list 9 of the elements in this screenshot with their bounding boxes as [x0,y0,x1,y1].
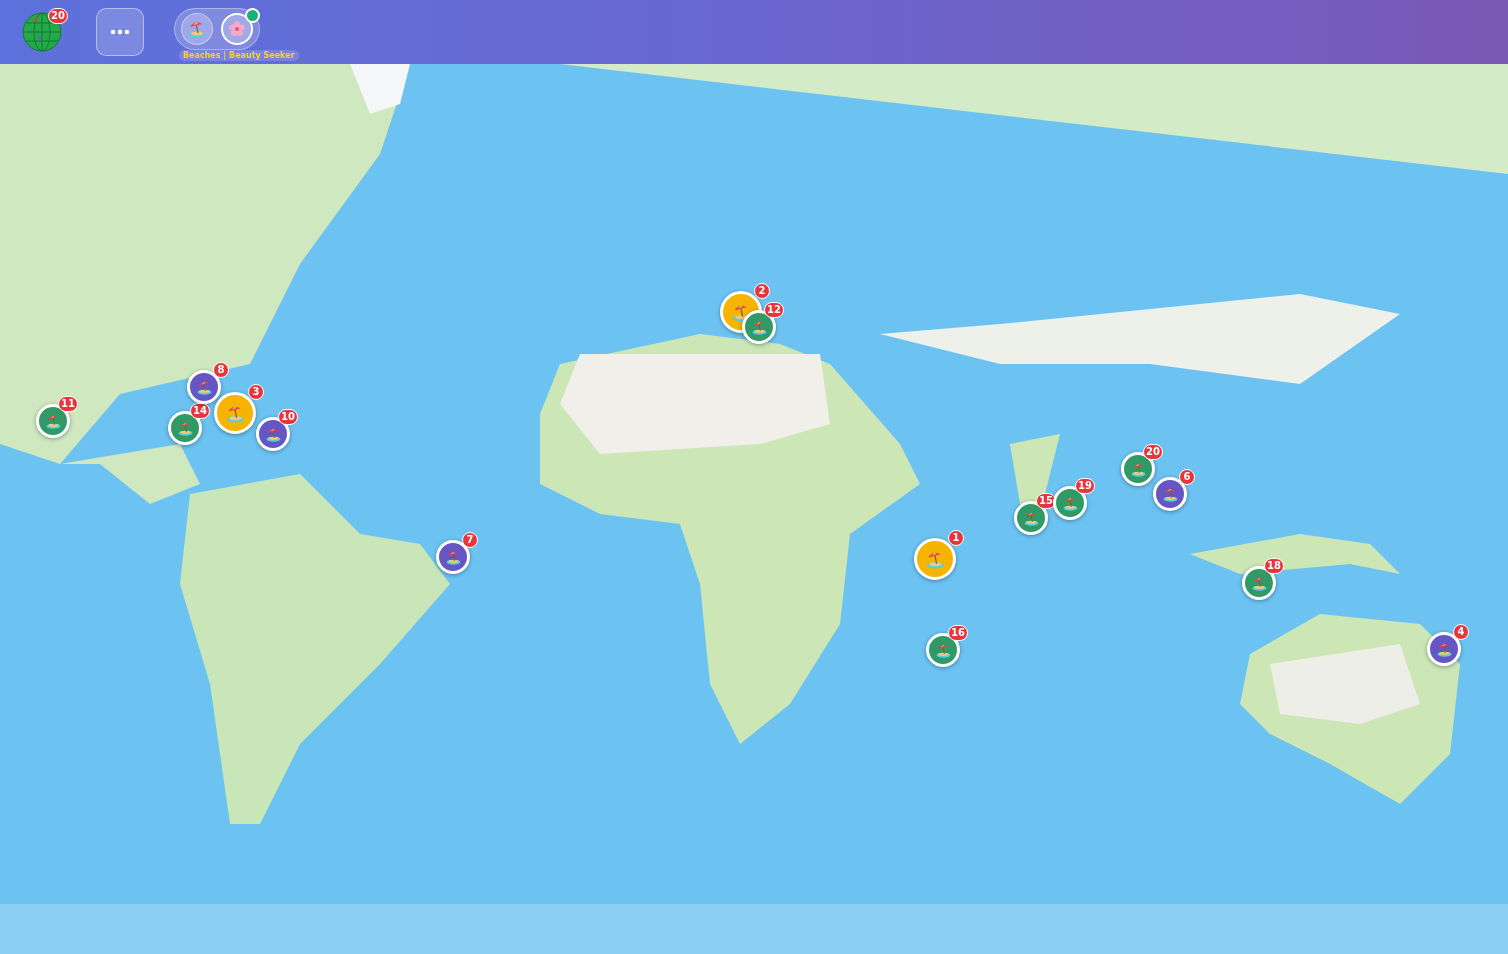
mode-button[interactable] [221,13,253,45]
selected-dot [245,8,260,23]
count-badge: 20 [48,8,68,24]
flower-icon [228,20,246,38]
mode-button[interactable] [181,13,213,45]
count-badge: 14 [190,403,210,419]
more-icon [110,29,130,35]
more-button[interactable] [96,8,144,56]
mode-caption: Beaches | Beauty Seeker [179,50,299,61]
